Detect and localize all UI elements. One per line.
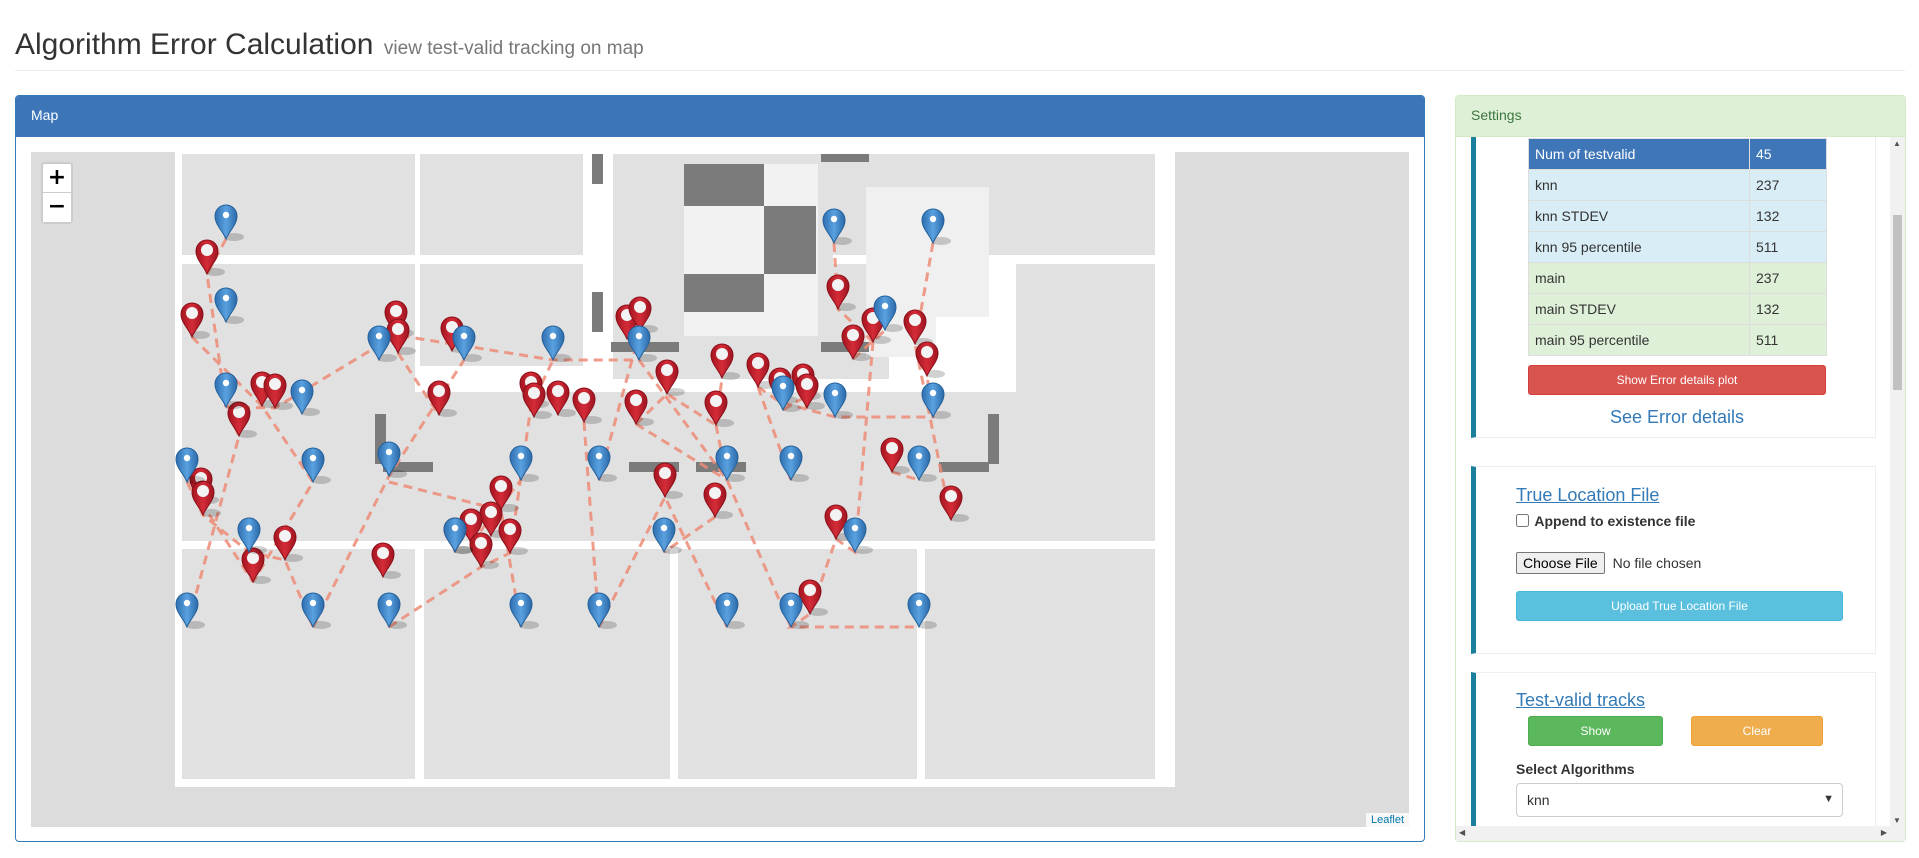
- settings-scroll-area[interactable]: Num of testvalid 45 knn 237 knn STDEV 132 knn …: [1456, 137, 1905, 827]
- results-label: knn STDEV: [1528, 200, 1750, 232]
- results-label: main STDEV: [1528, 293, 1750, 325]
- append-checkbox-label: Append to existence file: [1534, 513, 1696, 529]
- results-row: main STDEV 132: [1528, 293, 1827, 325]
- results-label: main: [1528, 262, 1750, 294]
- floor-plan[interactable]: [31, 152, 1409, 827]
- true-location-card: True Location File Append to existence f…: [1471, 466, 1876, 654]
- results-table: Num of testvalid 45 knn 237 knn STDEV 132 knn …: [1528, 138, 1827, 356]
- results-value: 511: [1749, 324, 1827, 356]
- scroll-thumb[interactable]: [1893, 215, 1902, 390]
- show-tracks-button[interactable]: Show: [1528, 716, 1663, 746]
- file-picker: Choose File No file chosen: [1516, 552, 1701, 574]
- horizontal-scrollbar[interactable]: ◀ ▶: [1456, 826, 1905, 841]
- append-checkbox[interactable]: [1516, 514, 1529, 527]
- settings-panel: Settings Num of testvalid 45 knn 237 knn STD…: [1455, 95, 1906, 842]
- results-card: Num of testvalid 45 knn 237 knn STDEV 132 knn …: [1471, 137, 1876, 438]
- results-value: 132: [1749, 200, 1827, 232]
- results-value: 132: [1749, 293, 1827, 325]
- results-label: knn: [1528, 169, 1750, 201]
- scroll-right-icon[interactable]: ▶: [1881, 828, 1887, 837]
- results-label: Num of testvalid: [1528, 138, 1750, 170]
- results-label: main 95 percentile: [1528, 324, 1750, 356]
- scroll-left-icon[interactable]: ◀: [1459, 828, 1465, 837]
- map-attribution-link[interactable]: Leaflet: [1365, 813, 1409, 827]
- results-row: knn STDEV 132: [1528, 200, 1827, 232]
- page-title: Algorithm Error Calculation: [15, 28, 374, 61]
- results-value: 237: [1749, 169, 1827, 201]
- results-row: main 237: [1528, 262, 1827, 294]
- algorithm-select[interactable]: knn ▼: [1516, 783, 1843, 817]
- select-algorithms-label: Select Algorithms: [1516, 761, 1635, 777]
- results-row: Num of testvalid 45: [1528, 138, 1827, 170]
- show-error-plot-button[interactable]: Show Error details plot: [1528, 365, 1826, 395]
- append-checkbox-row: Append to existence file: [1516, 513, 1695, 529]
- vertical-scrollbar[interactable]: ▲ ▼: [1890, 137, 1905, 827]
- choose-file-button[interactable]: Choose File: [1516, 552, 1605, 574]
- results-value: 237: [1749, 262, 1827, 294]
- scroll-down-icon[interactable]: ▼: [1893, 816, 1901, 825]
- results-value: 45: [1749, 138, 1827, 170]
- page-subtitle: view test-valid tracking on map: [383, 38, 644, 59]
- zoom-control: + −: [41, 162, 73, 224]
- file-status: No file chosen: [1612, 555, 1702, 571]
- settings-panel-heading: Settings: [1456, 96, 1905, 137]
- results-value: 511: [1749, 231, 1827, 263]
- stairwell: [684, 164, 818, 336]
- scroll-up-icon[interactable]: ▲: [1893, 139, 1901, 148]
- results-label: knn 95 percentile: [1528, 231, 1750, 263]
- zoom-out-button[interactable]: −: [43, 193, 71, 222]
- tracks-card: Test-valid tracks Show Clear Select Algo…: [1471, 672, 1876, 827]
- results-row: knn 237: [1528, 169, 1827, 201]
- results-row: knn 95 percentile 511: [1528, 231, 1827, 263]
- zoom-in-button[interactable]: +: [43, 164, 71, 193]
- page-header: Algorithm Error Calculation view test-va…: [15, 28, 1905, 71]
- map-view[interactable]: + − Leaflet: [31, 152, 1409, 827]
- results-row: main 95 percentile 511: [1528, 324, 1827, 356]
- algorithm-select-value: knn: [1527, 792, 1550, 808]
- clear-tracks-button[interactable]: Clear: [1691, 716, 1823, 746]
- upload-true-location-button[interactable]: Upload True Location File: [1516, 591, 1843, 621]
- true-location-title[interactable]: True Location File: [1516, 485, 1659, 506]
- map-panel-heading: Map: [16, 96, 1424, 137]
- map-panel: Map + − Leaflet: [15, 95, 1425, 842]
- chevron-down-icon: ▼: [1823, 793, 1834, 805]
- tracks-title[interactable]: Test-valid tracks: [1516, 690, 1645, 711]
- see-error-details-link[interactable]: See Error details: [1610, 407, 1744, 428]
